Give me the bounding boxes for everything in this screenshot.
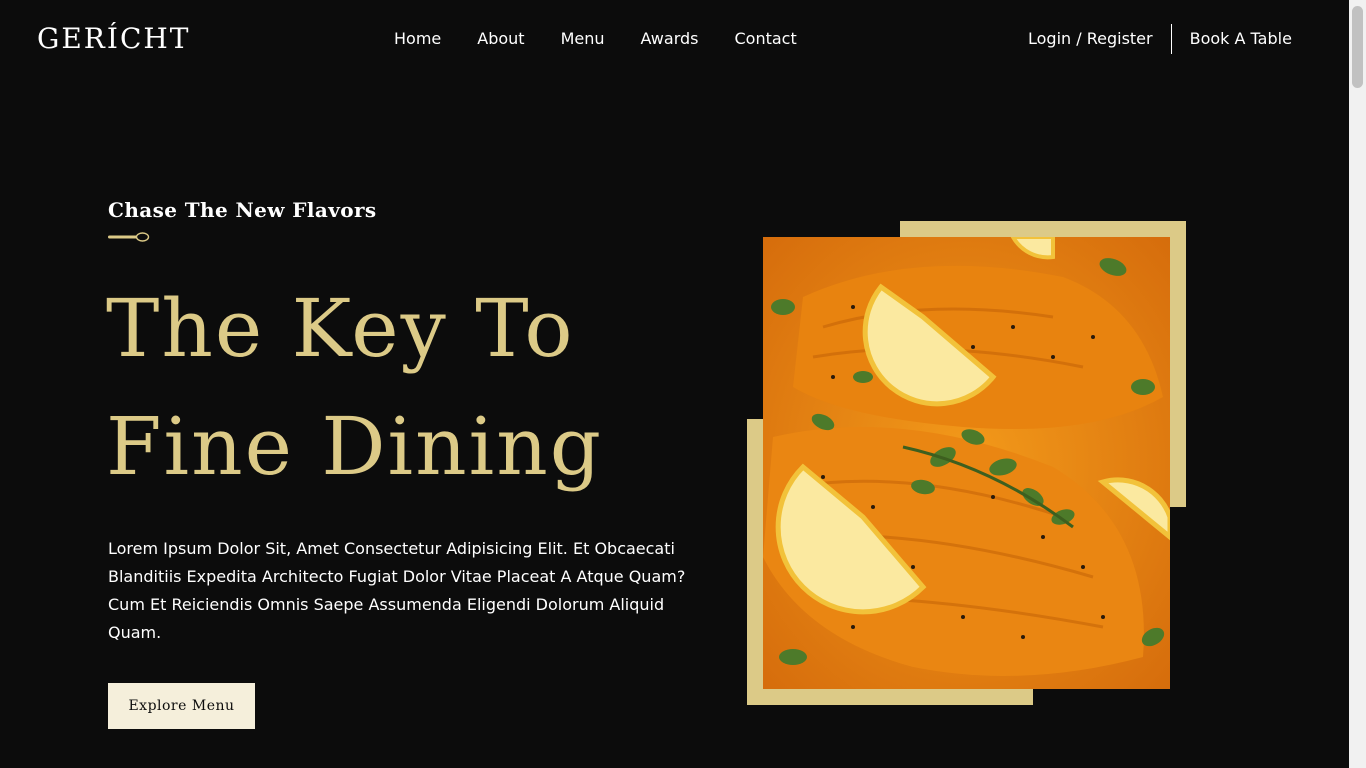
page-scrollbar[interactable] [1349,0,1366,768]
logo[interactable]: GERÍCHT [37,22,190,55]
hero-headline: The Key To Fine Dining [106,270,603,506]
nav-links: Home About Menu Awards Contact [394,28,833,50]
page: GERÍCHT Home About Menu Awards Contact L… [0,0,1366,768]
nav-link-about[interactable]: About [477,28,524,50]
scrollbar-thumb[interactable] [1352,6,1363,88]
food-image [763,237,1170,689]
login-register-link[interactable]: Login / Register [1028,28,1153,50]
hero-subtitle: Chase The New Flavors [108,198,377,222]
nav-link-home[interactable]: Home [394,28,441,50]
hero-description: Lorem Ipsum Dolor Sit, Amet Consectetur … [108,539,686,642]
headline-line-2: Fine Dining [106,400,603,493]
nav-link-contact[interactable]: Contact [734,28,796,50]
headline-line-1: The Key To [106,282,575,375]
food-image-illustration [763,237,1170,689]
nav-right: Login / Register Book A Table [1028,24,1292,54]
spoon-icon [108,232,150,242]
nav-link-menu[interactable]: Menu [561,28,605,50]
book-table-link[interactable]: Book A Table [1190,28,1292,50]
nav-divider [1170,24,1172,54]
nav-link-awards[interactable]: Awards [641,28,699,50]
explore-menu-button[interactable]: Explore Menu [108,683,255,729]
